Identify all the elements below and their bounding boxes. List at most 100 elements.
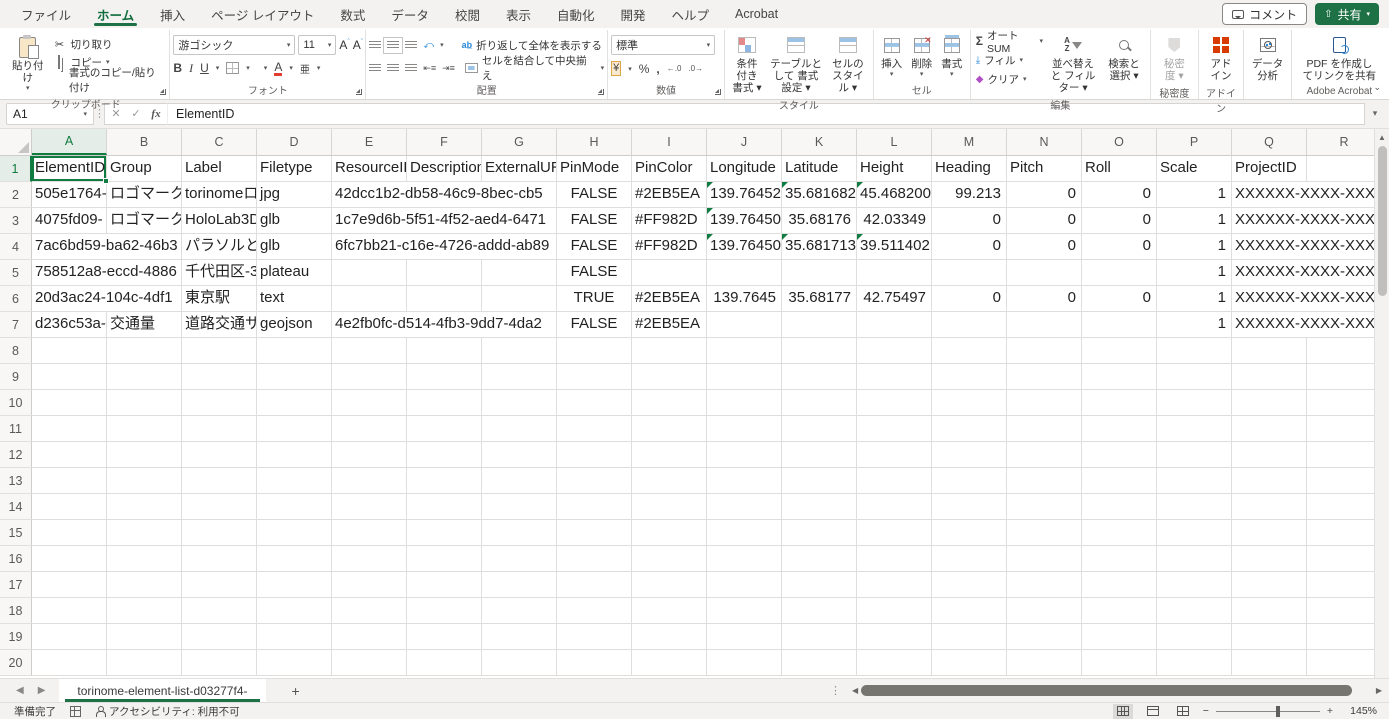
ribbon-tab-データ[interactable]: データ: [378, 0, 442, 28]
underline-button[interactable]: U: [200, 61, 209, 75]
cell-L16[interactable]: [857, 546, 932, 572]
cell-O15[interactable]: [1082, 520, 1157, 546]
cell-M20[interactable]: [932, 650, 1007, 676]
cell-Q6[interactable]: XXXXXX-XXXX-XXXX-XXXX: [1232, 286, 1374, 312]
cell-P12[interactable]: [1157, 442, 1232, 468]
cell-N17[interactable]: [1007, 572, 1082, 598]
column-header-K[interactable]: K: [782, 129, 857, 155]
cell-E4[interactable]: 6fc7bb21-c16e-4726-addd-ab89: [332, 234, 557, 260]
cell-M16[interactable]: [932, 546, 1007, 572]
paste-button[interactable]: 貼り付け ▾: [5, 32, 50, 95]
cell-E14[interactable]: [332, 494, 407, 520]
cell-A15[interactable]: [32, 520, 107, 546]
cell-M8[interactable]: [932, 338, 1007, 364]
cell-P19[interactable]: [1157, 624, 1232, 650]
cell-Q16[interactable]: [1232, 546, 1307, 572]
zoom-slider-thumb[interactable]: [1276, 706, 1280, 717]
autosum-button[interactable]: Σ オート SUM ▾: [974, 32, 1045, 50]
cell-M3[interactable]: 0: [932, 208, 1007, 234]
row-header-2[interactable]: 2: [0, 182, 32, 208]
new-sheet-button[interactable]: +: [266, 683, 326, 699]
cell-E13[interactable]: [332, 468, 407, 494]
cell-N18[interactable]: [1007, 598, 1082, 624]
cell-R13[interactable]: [1307, 468, 1374, 494]
cell-D11[interactable]: [257, 416, 332, 442]
page-break-view-button[interactable]: [1173, 704, 1193, 719]
cell-F5[interactable]: [407, 260, 482, 286]
row-header-15[interactable]: 15: [0, 520, 32, 546]
cell-K20[interactable]: [782, 650, 857, 676]
row-header-5[interactable]: 5: [0, 260, 32, 286]
cell-R10[interactable]: [1307, 390, 1374, 416]
cell-I2[interactable]: #2EB5EA: [632, 182, 707, 208]
format-cells-button[interactable]: 書式 ▾: [937, 32, 966, 81]
cell-K11[interactable]: [782, 416, 857, 442]
insert-cells-button[interactable]: 挿入 ▾: [877, 32, 906, 81]
cell-A17[interactable]: [32, 572, 107, 598]
cell-K13[interactable]: [782, 468, 857, 494]
cell-Q14[interactable]: [1232, 494, 1307, 520]
cell-I17[interactable]: [632, 572, 707, 598]
ribbon-tab-自動化[interactable]: 自動化: [544, 0, 608, 28]
cell-K12[interactable]: [782, 442, 857, 468]
cell-L4[interactable]: 39.511402: [857, 234, 932, 260]
cell-P4[interactable]: 1: [1157, 234, 1232, 260]
cell-H14[interactable]: [557, 494, 632, 520]
cell-J14[interactable]: [707, 494, 782, 520]
cell-B10[interactable]: [107, 390, 182, 416]
cell-B8[interactable]: [107, 338, 182, 364]
cell-M13[interactable]: [932, 468, 1007, 494]
cell-B11[interactable]: [107, 416, 182, 442]
macro-record-icon[interactable]: [70, 706, 81, 717]
cell-L2[interactable]: 45.468200: [857, 182, 932, 208]
accessibility-status[interactable]: アクセシビリティ: 利用不可: [95, 704, 240, 719]
cell-C12[interactable]: [182, 442, 257, 468]
align-top-icon[interactable]: [369, 41, 381, 50]
cell-N14[interactable]: [1007, 494, 1082, 520]
cell-C14[interactable]: [182, 494, 257, 520]
cell-M2[interactable]: 99.213: [932, 182, 1007, 208]
cell-F17[interactable]: [407, 572, 482, 598]
cell-C20[interactable]: [182, 650, 257, 676]
wrap-text-button[interactable]: ab̲ 折り返して全体を表示する: [462, 38, 602, 53]
cell-C5[interactable]: 千代田区-3D: [182, 260, 257, 286]
cell-M14[interactable]: [932, 494, 1007, 520]
cell-E6[interactable]: [332, 286, 407, 312]
clear-button[interactable]: ◆ クリア ▾: [974, 70, 1045, 88]
column-header-A[interactable]: A: [32, 129, 107, 155]
increase-font-size-button[interactable]: Aˆ: [339, 38, 349, 52]
cell-A6[interactable]: 20d3ac24-104c-4df1: [32, 286, 182, 312]
column-header-M[interactable]: M: [932, 129, 1007, 155]
cell-Q8[interactable]: [1232, 338, 1307, 364]
share-button[interactable]: ⇧ 共有 ▾: [1315, 3, 1379, 25]
cell-M6[interactable]: 0: [932, 286, 1007, 312]
cell-G16[interactable]: [482, 546, 557, 572]
addins-button[interactable]: アド イン: [1202, 32, 1241, 84]
cell-A5[interactable]: 758512a8-eccd-4886: [32, 260, 182, 286]
page-layout-view-button[interactable]: [1143, 704, 1163, 719]
cell-O14[interactable]: [1082, 494, 1157, 520]
cell-F11[interactable]: [407, 416, 482, 442]
cell-H9[interactable]: [557, 364, 632, 390]
cell-P15[interactable]: [1157, 520, 1232, 546]
cell-G1[interactable]: ExternalURL: [482, 156, 557, 182]
cell-B13[interactable]: [107, 468, 182, 494]
cell-G10[interactable]: [482, 390, 557, 416]
cell-L19[interactable]: [857, 624, 932, 650]
cell-I4[interactable]: #FF982D: [632, 234, 707, 260]
cell-I1[interactable]: PinColor: [632, 156, 707, 182]
currency-format-button[interactable]: ¥: [611, 61, 621, 75]
cell-H13[interactable]: [557, 468, 632, 494]
cell-O12[interactable]: [1082, 442, 1157, 468]
cell-J3[interactable]: 139.76450: [707, 208, 782, 234]
next-sheet-icon[interactable]: ▶: [38, 685, 46, 696]
cell-M10[interactable]: [932, 390, 1007, 416]
cell-I5[interactable]: [632, 260, 707, 286]
cell-J1[interactable]: Longitude: [707, 156, 782, 182]
cell-G18[interactable]: [482, 598, 557, 624]
cell-Q9[interactable]: [1232, 364, 1307, 390]
cell-J17[interactable]: [707, 572, 782, 598]
cell-R18[interactable]: [1307, 598, 1374, 624]
cell-I6[interactable]: #2EB5EA: [632, 286, 707, 312]
cell-A20[interactable]: [32, 650, 107, 676]
